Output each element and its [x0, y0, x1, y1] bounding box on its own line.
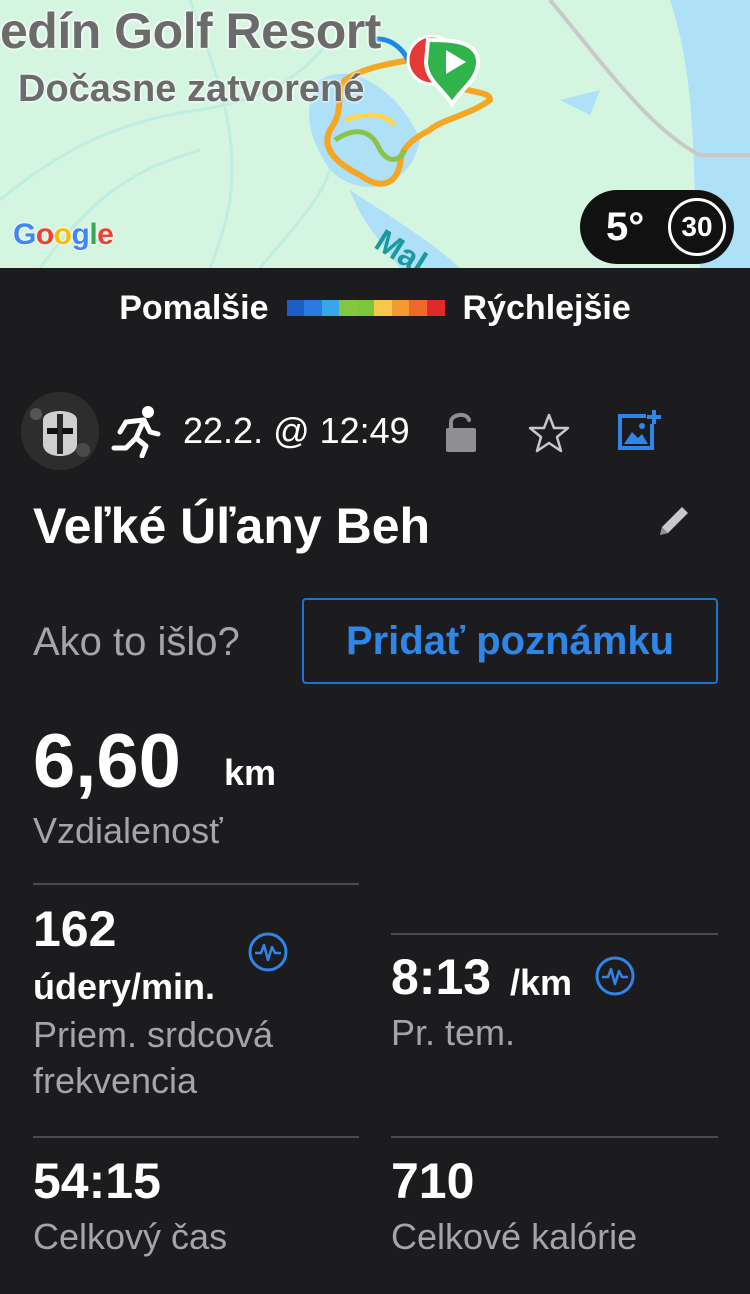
google-logo-letter: o [53, 218, 72, 251]
unlocked-icon[interactable] [443, 410, 479, 454]
google-logo: Google [13, 218, 114, 252]
heart-rate-label-line2: frekvencia [33, 1060, 198, 1101]
add-photo-icon[interactable] [616, 408, 662, 452]
google-logo-letter: l [89, 218, 98, 251]
calories-value: 710 [391, 1153, 475, 1209]
heart-rate-info-icon[interactable] [248, 932, 288, 972]
add-note-button[interactable]: Pridať poznámku [302, 598, 718, 684]
pace-unit: /km [510, 962, 573, 1003]
map-place-name[interactable]: edín Golf Resort [0, 2, 381, 60]
speed-color-segment [321, 300, 340, 316]
distance-unit: km [224, 752, 277, 793]
weather-temperature: 5° [606, 204, 645, 249]
total-time-value: 54:15 [33, 1153, 161, 1209]
legend-slower-label: Pomalšie [119, 288, 269, 327]
pace-label: Pr. tem. [391, 1012, 516, 1053]
heart-rate-label-line1: Priem. srdcová [33, 1014, 274, 1055]
activity-map[interactable]: edín Golf Resort Dočasne zatvorené Googl… [0, 0, 750, 268]
activity-title: Veľké Úľany Beh [33, 498, 431, 554]
speed-color-segment [286, 300, 305, 316]
how-did-it-go-label: Ako to išlo? [33, 620, 240, 664]
speed-color-segment [391, 300, 410, 316]
google-logo-letter: G [13, 218, 36, 251]
weather-widget[interactable]: 5° 30 [580, 190, 734, 264]
speed-legend: Pomalšie Rýchlejšie [0, 288, 750, 328]
speed-color-segment [409, 300, 428, 316]
speed-color-segment [427, 300, 445, 316]
calories-label: Celkové kalórie [391, 1216, 638, 1257]
star-icon[interactable] [528, 412, 570, 454]
map-place-status: Dočasne zatvorené [18, 68, 365, 110]
heart-rate-unit: údery/min. [33, 966, 216, 1007]
pace-info-icon[interactable] [595, 956, 635, 996]
google-logo-letter: o [35, 218, 54, 251]
activity-datetime: 22.2. @ 12:49 [183, 410, 410, 451]
avatar[interactable] [21, 392, 99, 470]
speed-color-segment [356, 300, 375, 316]
legend-faster-label: Rýchlejšie [462, 288, 631, 327]
speed-color-segment [304, 300, 322, 316]
google-logo-letter: g [71, 218, 90, 251]
air-quality-badge: 30 [668, 198, 726, 256]
running-person-icon [111, 406, 161, 458]
divider [33, 1136, 359, 1138]
divider [33, 883, 359, 885]
helmet-avatar-icon [21, 392, 99, 470]
total-time-label: Celkový čas [33, 1216, 228, 1257]
divider [391, 1136, 718, 1138]
edit-pencil-icon[interactable] [654, 501, 694, 541]
divider [391, 933, 718, 935]
speed-color-segment [374, 300, 392, 316]
pace-value: 8:13 [391, 949, 492, 1005]
speed-gradient-bar [286, 300, 445, 316]
distance-label: Vzdialenosť [33, 810, 223, 851]
google-logo-letter: e [97, 218, 114, 251]
heart-rate-value: 162 [33, 901, 117, 957]
distance-value: 6,60 [33, 719, 181, 804]
speed-color-segment [339, 300, 357, 316]
